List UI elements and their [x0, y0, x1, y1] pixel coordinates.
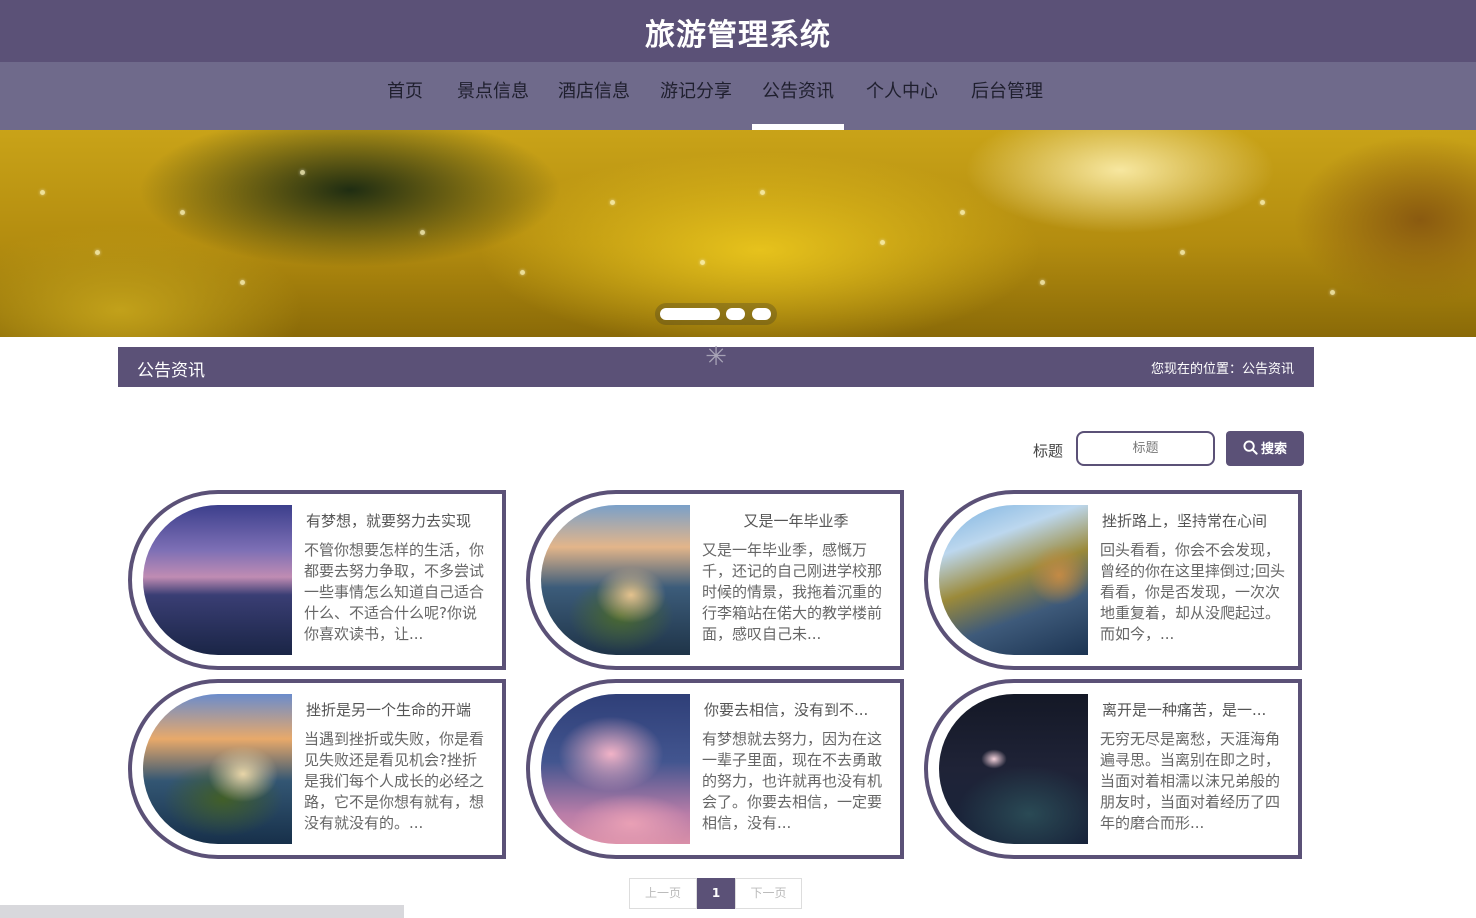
card-image [541, 505, 690, 655]
next-page-button[interactable]: 下一页 [735, 878, 802, 909]
nav-item-travel-notes[interactable]: 游记分享 [655, 62, 737, 130]
card-summary: 回头看看，你会不会发现，曾经的你在这里摔倒过;回头看看，你是否发现，一次次地重复… [1100, 541, 1286, 643]
search-input[interactable] [1076, 431, 1215, 466]
nav-item-admin[interactable]: 后台管理 [966, 62, 1048, 130]
card-summary: 不管你想要怎样的生活，你都要去努力争取，不多尝试一些事情怎么知道自己适合什么、不… [304, 541, 485, 643]
loading-spinner-icon: ✳ [705, 342, 727, 372]
announcement-card[interactable]: 离开是一种痛苦，是一... 无穷无尽是离愁，天涯海角遍寻思。当离别在即之时，当面… [924, 679, 1302, 859]
search-icon [1243, 440, 1258, 459]
card-title: 有梦想，就要努力去实现 [306, 512, 472, 530]
nav-item-home[interactable]: 首页 [381, 62, 429, 130]
card-summary: 当遇到挫折或失败，你是看见失败还是看见机会?挫折是我们每个人成长的必经之路，它不… [304, 730, 485, 832]
card-summary: 有梦想就去努力，因为在这一辈子里面，现在不去勇敢的努力，也许就再也没有机会了。你… [702, 730, 883, 832]
carousel-indicator[interactable] [752, 308, 771, 320]
announcement-card[interactable]: 挫折路上，坚持常在心间 回头看看，你会不会发现，曾经的你在这里摔倒过;回头看看，… [924, 490, 1302, 670]
card-image [939, 694, 1088, 844]
nav-item-personal-center[interactable]: 个人中心 [861, 62, 943, 130]
site-header: 旅游管理系统 [0, 0, 1476, 62]
section-title: 公告资讯 [137, 361, 205, 381]
carousel-indicator-active[interactable] [660, 308, 720, 320]
card-title: 挫折是另一个生命的开端 [306, 701, 472, 719]
announcement-card[interactable]: 有梦想，就要努力去实现 不管你想要怎样的生活，你都要去努力争取，不多尝试一些事情… [128, 490, 506, 670]
prev-page-button[interactable]: 上一页 [629, 878, 697, 909]
card-summary: 无穷无尽是离愁，天涯海角遍寻思。当离别在即之时，当面对着相濡以沫兄弟般的朋友时，… [1100, 730, 1281, 832]
card-image [143, 694, 292, 844]
announcement-card[interactable]: 挫折是另一个生命的开端 当遇到挫折或失败，你是看见失败还是看见机会?挫折是我们每… [128, 679, 506, 859]
announcement-card[interactable]: 又是一年毕业季 又是一年毕业季，感慨万千，还记的自己刚进学校那时候的情景，我拖着… [526, 490, 904, 670]
card-title: 你要去相信，没有到不... [704, 701, 869, 719]
search-label: 标题 [1033, 442, 1064, 460]
page-number-button[interactable]: 1 [697, 878, 735, 909]
search-button-label: 搜索 [1260, 442, 1287, 457]
nav-item-attractions[interactable]: 景点信息 [452, 62, 534, 130]
search-button[interactable]: 搜索 [1226, 431, 1304, 466]
card-image [143, 505, 292, 655]
card-image [541, 694, 690, 844]
card-title: 挫折路上，坚持常在心间 [1102, 512, 1268, 530]
nav-item-hotels[interactable]: 酒店信息 [553, 62, 635, 130]
carousel-indicator[interactable] [726, 308, 745, 320]
horizontal-scrollbar[interactable] [0, 905, 404, 918]
nav-item-announcements[interactable]: 公告资讯 [752, 62, 844, 130]
card-title: 离开是一种痛苦，是一... [1102, 701, 1267, 719]
card-title: 又是一年毕业季 [743, 512, 849, 530]
announcement-card[interactable]: 你要去相信，没有到不... 有梦想就去努力，因为在这一辈子里面，现在不去勇敢的努… [526, 679, 904, 859]
carousel-indicators [655, 303, 777, 325]
main-nav: 首页 景点信息 酒店信息 游记分享 公告资讯 个人中心 后台管理 [0, 62, 1476, 130]
card-summary: 又是一年毕业季，感慨万千，还记的自己刚进学校那时候的情景，我拖着沉重的行李箱站在… [702, 541, 883, 643]
breadcrumb: 您现在的位置：公告资讯 [1150, 362, 1294, 377]
card-image [939, 505, 1088, 655]
site-title: 旅游管理系统 [645, 18, 831, 53]
banner-carousel[interactable] [0, 130, 1476, 337]
